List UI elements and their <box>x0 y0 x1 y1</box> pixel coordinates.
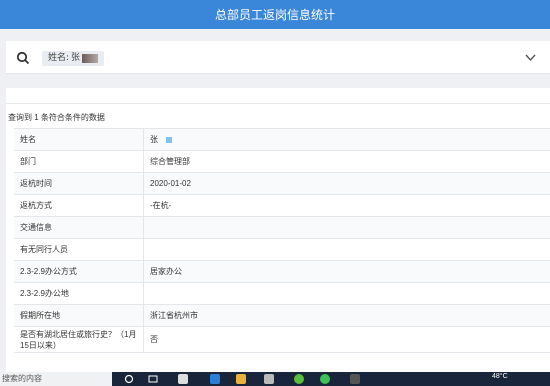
row-label: 2.3-2.9办公方式 <box>14 261 144 282</box>
row-label: 部门 <box>14 151 144 172</box>
table-row: 假期所在地 浙江省杭州市 <box>14 305 550 327</box>
windows-start-icon[interactable] <box>124 374 134 384</box>
table-row: 返杭时间 2020-01-02 <box>14 173 550 195</box>
row-label: 姓名 <box>14 129 144 150</box>
row-value: 张 <box>144 129 550 150</box>
redacted-mask <box>82 54 99 63</box>
filter-chip-name[interactable]: 姓名: 张 <box>42 51 105 66</box>
wechat-icon[interactable] <box>320 374 330 384</box>
app-icon[interactable] <box>294 374 304 384</box>
row-label: 返杭时间 <box>14 173 144 194</box>
row-value: 居家办公 <box>150 267 182 276</box>
table-row: 有无同行人员 <box>14 239 550 261</box>
row-value <box>144 283 550 304</box>
table-row: 返杭方式 -在杭- <box>14 195 550 217</box>
row-label: 是否有湖北居住或旅行史？（1月15日以来） <box>14 327 144 352</box>
taskbar-search[interactable]: 搜索的内容 <box>0 372 112 386</box>
filter-chip-value: 张 <box>71 53 81 63</box>
row-value <box>144 239 550 260</box>
table-row: 部门 综合管理部 <box>14 151 550 173</box>
detail-table: 姓名 张 部门 综合管理部 返杭时间 2020-01-02 返杭方式 -在杭- … <box>14 128 550 353</box>
row-label: 返杭方式 <box>14 195 144 216</box>
chevron-down-icon[interactable] <box>525 53 536 62</box>
weather-temperature: 48°C <box>492 373 508 380</box>
divider <box>6 103 550 104</box>
search-icon[interactable] <box>16 51 30 65</box>
app-icon[interactable] <box>350 374 360 384</box>
row-label: 交通信息 <box>14 217 144 238</box>
table-row: 2.3-2.9办公方式 居家办公 <box>14 261 550 283</box>
row-label: 2.3-2.9办公地 <box>14 283 144 304</box>
page-title: 总部员工返岗信息统计 <box>214 8 335 22</box>
result-count: 查询到 1 条符合条件的数据 <box>8 113 105 122</box>
folder-icon[interactable] <box>236 374 246 384</box>
table-row: 是否有湖北居住或旅行史？（1月15日以来） 否 <box>14 327 550 353</box>
row-value: -在杭- <box>150 201 172 210</box>
redacted-mask <box>166 136 172 143</box>
row-label: 有无同行人员 <box>14 239 144 260</box>
page-header: 总部员工返岗信息统计 <box>0 0 550 29</box>
row-value: 综合管理部 <box>150 157 190 166</box>
row-value: 浙江省杭州市 <box>150 311 198 320</box>
table-row: 2.3-2.9办公地 <box>14 283 550 305</box>
table-row: 交通信息 <box>14 217 550 239</box>
filter-chip-label: 姓名: <box>48 53 70 63</box>
search-bar[interactable]: 姓名: 张 <box>6 41 550 74</box>
row-value: 否 <box>150 335 158 344</box>
row-value: 2020-01-02 <box>150 179 191 188</box>
row-value <box>144 217 550 238</box>
row-label: 假期所在地 <box>14 305 144 326</box>
browser-icon[interactable] <box>210 374 220 384</box>
table-row: 姓名 张 <box>14 129 550 151</box>
app-icon[interactable] <box>178 374 188 384</box>
name-value: 张 <box>150 135 158 144</box>
taskbar: 搜索的内容 48°C <box>0 372 550 386</box>
task-view-icon[interactable] <box>148 374 158 384</box>
app-icon[interactable] <box>264 374 274 384</box>
